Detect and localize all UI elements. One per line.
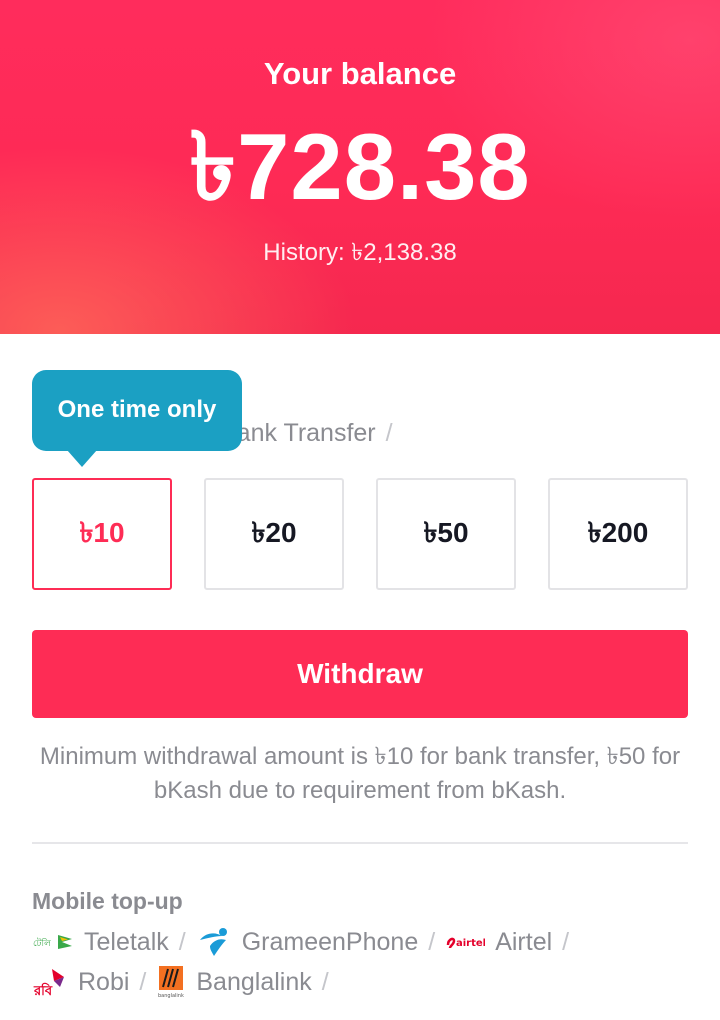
airtel-logo-icon: airtel (445, 931, 485, 953)
svg-text:টেলি: টেলি (33, 937, 51, 949)
method-separator: / (385, 418, 393, 447)
operator-name: GrameenPhone (241, 927, 419, 956)
svg-text:রবি: রবি (33, 982, 53, 999)
one-time-tooltip: One time only (32, 370, 242, 451)
amount-option-50[interactable]: ৳50 (376, 478, 516, 590)
amount-options: ৳10 ৳20 ৳50 ৳200 (32, 478, 688, 590)
operator-name: Robi (78, 967, 130, 996)
operator-row: টেলি Teletalk / GrameenPhone / airtel Ai… (32, 922, 692, 962)
operator-separator: / (321, 967, 329, 996)
operator-row: রবি Robi / banglalink Banglalink / (32, 962, 692, 1002)
operator-separator: / (178, 927, 186, 956)
operator-separator: / (428, 927, 436, 956)
balance-header: Your balance ৳728.38 History: ৳2,138.38 (0, 0, 720, 334)
amount-option-200[interactable]: ৳200 (548, 478, 688, 590)
amount-option-20[interactable]: ৳20 (204, 478, 344, 590)
operator-name: Banglalink (196, 967, 312, 996)
balance-label: Your balance (263, 56, 457, 91)
operator-teletalk[interactable]: টেলি Teletalk / (32, 928, 186, 957)
operator-separator: / (139, 967, 147, 996)
section-divider (32, 842, 688, 844)
svg-text:banglalink: banglalink (158, 993, 184, 999)
tooltip-arrow (67, 450, 97, 467)
amount-option-10[interactable]: ৳10 (32, 478, 172, 590)
operator-name: Teletalk (84, 927, 169, 956)
operator-robi[interactable]: রবি Robi / (32, 965, 147, 1000)
banglalink-logo-icon: banglalink (156, 965, 186, 999)
bank-transfer-label[interactable]: Bank Transfer (220, 419, 376, 448)
history-amount[interactable]: History: ৳2,138.38 (0, 234, 720, 274)
mobile-operators: টেলি Teletalk / GrameenPhone / airtel Ai… (32, 922, 692, 1002)
operator-banglalink[interactable]: banglalink Banglalink / (156, 965, 329, 999)
mobile-topup-title: Mobile top-up (32, 888, 183, 914)
withdraw-button[interactable]: Withdraw (32, 630, 688, 718)
operator-airtel[interactable]: airtel Airtel / (445, 928, 569, 957)
svg-text:airtel: airtel (456, 938, 485, 949)
robi-logo-icon: রবি (32, 965, 68, 999)
operator-name: Airtel (495, 927, 553, 956)
minimum-withdrawal-note: Minimum withdrawal amount is ৳10 for ban… (39, 743, 681, 804)
operator-separator: / (562, 927, 570, 956)
operator-grameenphone[interactable]: GrameenPhone / (196, 924, 435, 960)
tooltip-text: One time only (57, 395, 217, 423)
grameenphone-logo-icon (196, 924, 232, 960)
teletalk-logo-icon: টেলি (32, 929, 74, 955)
balance-amount: ৳728.38 (189, 114, 531, 219)
